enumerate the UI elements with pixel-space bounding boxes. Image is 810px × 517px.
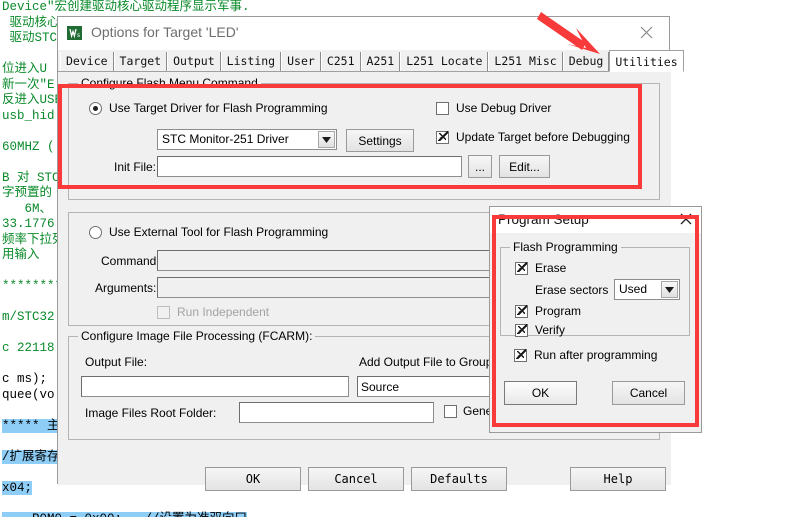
- checkbox-run-independent: [157, 306, 170, 319]
- chevron-down-icon[interactable]: [661, 281, 678, 298]
- label-image-files-root-folder: Image Files Root Folder:: [85, 406, 217, 420]
- defaults-button[interactable]: Defaults: [411, 467, 507, 491]
- cancel-button[interactable]: Cancel: [308, 467, 404, 491]
- label-run-after-programming: Run after programming: [534, 348, 658, 362]
- group-label-flash-programming: Flash Programming: [510, 240, 621, 254]
- dialog-title: Options for Target 'LED': [91, 24, 239, 40]
- configure-flash-menu-group: Configure Flash Menu Command Use Target …: [68, 76, 660, 200]
- flash-programming-group: Flash Programming ✓ Erase Erase sectors …: [500, 240, 690, 337]
- init-file-edit-button[interactable]: Edit...: [499, 155, 550, 178]
- label-use-debug-driver: Use Debug Driver: [456, 101, 552, 115]
- radio-use-target-driver[interactable]: [89, 102, 102, 115]
- help-button[interactable]: Help: [570, 467, 666, 491]
- settings-button[interactable]: Settings: [346, 129, 414, 152]
- dialog-titlebar: s Options for Target 'LED': [58, 17, 669, 50]
- checkbox-verify[interactable]: ✓: [515, 324, 528, 337]
- label-update-target-before-debugging: Update Target before Debugging: [456, 130, 630, 144]
- program-setup-close-icon[interactable]: [675, 209, 697, 229]
- program-setup-cancel-button[interactable]: Cancel: [612, 381, 685, 405]
- group-label-image-processing: Configure Image File Processing (FCARM):: [78, 329, 316, 343]
- keil-target-icon: s: [67, 25, 83, 41]
- label-run-independent: Run Independent: [177, 305, 270, 319]
- label-command: Command:: [101, 254, 160, 268]
- tab-l251-misc[interactable]: L251 Misc: [488, 52, 563, 71]
- label-erase: Erase: [535, 261, 567, 275]
- tab-utilities[interactable]: Utilities: [609, 50, 684, 72]
- checkbox-run-after-programming[interactable]: ✓: [514, 349, 527, 362]
- program-setup-ok-button[interactable]: OK: [504, 381, 577, 405]
- flash-driver-value: STC Monitor-251 Driver: [162, 132, 289, 146]
- radio-use-external-tool[interactable]: [89, 226, 102, 239]
- label-add-output-file-to-group: Add Output File to Group:: [359, 355, 496, 369]
- tab-l251-locate[interactable]: L251 Locate: [400, 52, 489, 71]
- ok-button[interactable]: OK: [205, 467, 301, 491]
- label-program: Program: [535, 304, 582, 318]
- chevron-down-icon[interactable]: [318, 131, 335, 148]
- tab-target[interactable]: Target: [113, 52, 168, 71]
- close-icon[interactable]: [624, 17, 669, 47]
- checkbox-update-target-before-debugging[interactable]: ✓: [436, 131, 449, 144]
- label-use-target-driver: Use Target Driver for Flash Programming: [109, 101, 328, 115]
- tab-user[interactable]: User: [281, 52, 321, 71]
- label-erase-sectors: Erase sectors: [535, 283, 609, 297]
- label-output-file: Output File:: [85, 355, 148, 369]
- svg-text:s: s: [77, 32, 80, 39]
- checkbox-erase[interactable]: ✓: [515, 262, 528, 275]
- label-verify: Verify: [535, 323, 566, 337]
- options-tabstrip: Device Target Output Listing User C251 A251 L25…: [58, 50, 684, 72]
- tab-listing[interactable]: Listing: [220, 52, 282, 71]
- tab-a251[interactable]: A251: [360, 52, 401, 71]
- tab-debug[interactable]: Debug: [562, 52, 610, 71]
- output-file-input[interactable]: [81, 376, 349, 397]
- tab-c251[interactable]: C251: [320, 52, 361, 71]
- label-init-file: Init File:: [114, 160, 157, 174]
- label-arguments: Arguments:: [95, 281, 157, 295]
- program-setup-dialog: Program Setup Flash Programming ✓ Erase …: [489, 206, 702, 433]
- checkbox-program[interactable]: ✓: [515, 305, 528, 318]
- checkbox-generate-listing[interactable]: [444, 405, 457, 418]
- group-label-flash-menu: Configure Flash Menu Command: [78, 76, 261, 90]
- image-root-folder-input[interactable]: [239, 402, 434, 423]
- program-setup-title: Program Setup: [498, 212, 589, 227]
- editor-line: P0M0 = 0x00; //设置为准双向口: [0, 511, 810, 517]
- erase-sectors-combo[interactable]: Used: [614, 279, 680, 300]
- tab-device[interactable]: Device: [60, 52, 114, 71]
- checkbox-use-debug-driver[interactable]: [436, 102, 449, 115]
- label-use-external-tool: Use External Tool for Flash Programming: [109, 225, 329, 239]
- init-file-browse-button[interactable]: ...: [468, 155, 492, 178]
- flash-driver-combo[interactable]: STC Monitor-251 Driver: [157, 129, 337, 150]
- tab-output[interactable]: Output: [167, 52, 221, 71]
- program-setup-titlebar: Program Setup: [490, 207, 701, 233]
- program-setup-body: Flash Programming ✓ Erase Erase sectors …: [490, 233, 701, 432]
- editor-line: Device"宏创建驱动核心驱动程序显示军事.: [2, 0, 250, 14]
- erase-sectors-value: Used: [619, 282, 648, 296]
- init-file-input[interactable]: [157, 156, 462, 177]
